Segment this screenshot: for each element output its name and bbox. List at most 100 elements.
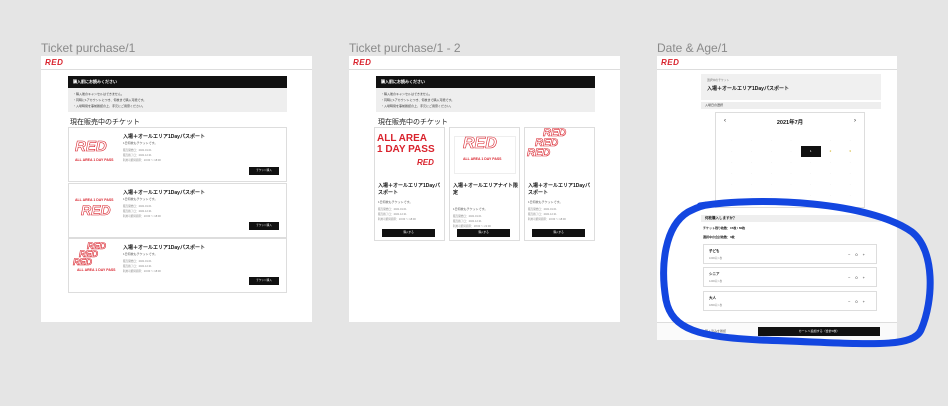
frame-label-date-age-1[interactable]: Date & Age/1: [657, 41, 728, 55]
ticket-title: 入場＋オールエリア1Dayパスポート: [123, 190, 205, 196]
ticket-info: 入場＋オールエリア1Dayパスポート 1日何枚もチケットです。 販売開始日：20…: [123, 134, 273, 163]
ticket-card[interactable]: RED RED RED 入場＋オールエリア1Dayパスポート 1日何枚もチケット…: [524, 127, 595, 241]
calendar-day[interactable]: ·: [821, 179, 841, 190]
ticket-info: 入場＋オールエリア1Dayパスポート 1日何枚もチケットです。 販売開始日：20…: [123, 245, 273, 274]
calendar-day[interactable]: ·: [801, 168, 821, 179]
calendar-day[interactable]: ·: [761, 190, 781, 201]
add-to-cart-button[interactable]: カートへ追加する（合計0枚）: [758, 327, 880, 336]
quantity-stepper[interactable]: −0+: [848, 252, 870, 257]
selected-ticket-name: 入場＋オールエリア1Dayパスポート: [707, 86, 789, 92]
calendar-day[interactable]: ·: [801, 157, 821, 168]
ticket-info: 入場＋オールエリア1Dayパスポート 1日何枚もチケットです。 販売開始日：20…: [528, 183, 594, 222]
calendar-day[interactable]: ·: [761, 179, 781, 190]
calendar-day[interactable]: ·: [722, 146, 742, 157]
next-month-button[interactable]: ›: [854, 118, 856, 124]
frame-ticket-purchase-1-2: RED 購入前にお読みください ・購入後のキャンセルはできません。 ・同時に1ア…: [349, 56, 620, 322]
calendar-day[interactable]: ·: [781, 190, 801, 201]
buy-ticket-button[interactable]: チケット購入: [249, 222, 279, 230]
calendar-day[interactable]: ·: [761, 146, 781, 157]
calendar-day[interactable]: ·: [821, 190, 841, 201]
calendar-day[interactable]: ·: [742, 168, 762, 179]
ticket-remaining: チケット残り枚数：15枚 / 60枚: [703, 226, 746, 230]
frame-label-ticket-purchase-1[interactable]: Ticket purchase/1: [41, 41, 135, 55]
ticket-meta: 利用可能時間帯：10:00 〜 18:00: [123, 270, 161, 273]
plus-button[interactable]: +: [863, 299, 870, 304]
calendar-day[interactable]: ·: [840, 190, 860, 201]
notice-body: ・購入後のキャンセルはできません。 ・同時に1アカウントにつき、何枚まで購入可能…: [376, 88, 595, 112]
calendar-day[interactable]: ·: [781, 168, 801, 179]
calendar-day[interactable]: ·: [722, 135, 742, 146]
ticket-art: ALL AREA 1 DAY PASS RED: [75, 198, 125, 234]
calendar-day[interactable]: ·: [742, 135, 762, 146]
calendar-day[interactable]: ·: [722, 190, 742, 201]
buy-ticket-button[interactable]: 購入する: [532, 229, 585, 237]
calendar-day[interactable]: ·: [840, 135, 860, 146]
calendar-day-selected[interactable]: 1: [800, 146, 821, 157]
calendar-day[interactable]: 3: [840, 146, 860, 157]
calendar-day[interactable]: ·: [801, 190, 821, 201]
brand-logo[interactable]: RED: [661, 58, 679, 67]
calendar-day[interactable]: ·: [722, 168, 742, 179]
notice-title: 購入前にお読みください: [376, 76, 595, 88]
age-category-price: 1000円 / 枚: [709, 257, 723, 260]
age-category-label: 子ども: [709, 249, 720, 253]
top-bar: RED: [657, 56, 897, 70]
calendar-day[interactable]: ·: [742, 157, 762, 168]
calendar-day[interactable]: ·: [781, 146, 801, 157]
calendar-day[interactable]: ·: [821, 157, 841, 168]
age-category-label: 大人: [709, 296, 716, 300]
brand-logo[interactable]: RED: [45, 58, 63, 67]
ticket-meta: 利用可能時間帯：10:00 〜 18:00: [528, 218, 566, 221]
ticket-title: 入場＋オールエリアナイト限定: [453, 183, 518, 196]
quantity-value: 0: [855, 252, 863, 257]
ticket-card[interactable]: RED RED RED ALL AREA 1 DAY PASS 入場＋オールエリ…: [68, 238, 287, 293]
red-logo-art: RED: [75, 138, 107, 155]
calendar-day[interactable]: 2: [821, 146, 841, 157]
selected-ticket-label: 選択中のチケット: [707, 78, 730, 82]
ticket-meta: 利用可能時間帯：10:00 〜 18:00: [123, 159, 161, 162]
red-logo-art: RED: [527, 146, 551, 159]
calendar-day[interactable]: ·: [840, 179, 860, 190]
buy-ticket-button[interactable]: チケット購入: [249, 167, 279, 175]
plus-button[interactable]: +: [863, 275, 870, 280]
calendar-day[interactable]: ·: [801, 135, 821, 146]
notice-body: ・購入後のキャンセルはできません。 ・同時に1アカウントにつき、何枚まで購入可能…: [68, 88, 287, 112]
calendar-day[interactable]: ·: [821, 168, 841, 179]
ticket-card[interactable]: ALL AREA 1 DAY PASS RED 入場＋オールエリア1Dayパスポ…: [68, 183, 287, 238]
calendar-day[interactable]: ·: [742, 179, 762, 190]
calendar-day[interactable]: ·: [742, 146, 762, 157]
calendar-day[interactable]: ·: [781, 135, 801, 146]
red-logo-art: RED: [73, 257, 93, 268]
brand-logo[interactable]: RED: [353, 58, 371, 67]
calendar-day[interactable]: ·: [781, 179, 801, 190]
ticket-card[interactable]: ALL AREA 1 DAY PASS RED 入場＋オールエリア1Dayパスポ…: [374, 127, 445, 241]
notice-box: 購入前にお読みください ・購入後のキャンセルはできません。 ・同時に1アカウント…: [376, 76, 595, 112]
plus-button[interactable]: +: [863, 252, 870, 257]
calendar-day[interactable]: ·: [722, 179, 742, 190]
calendar-day[interactable]: ·: [722, 157, 742, 168]
calendar-day[interactable]: ·: [761, 168, 781, 179]
calendar-day[interactable]: ·: [801, 179, 821, 190]
ticket-card[interactable]: RED ALL AREA 1 DAY PASS 入場＋オールエリアナイト限定 1…: [449, 127, 520, 241]
ticket-art: ALL AREA 1 DAY PASS RED: [377, 133, 435, 167]
buy-ticket-button[interactable]: 購入する: [457, 229, 510, 237]
calendar-day[interactable]: ·: [761, 135, 781, 146]
calendar-day[interactable]: ·: [840, 168, 860, 179]
calendar-day[interactable]: ·: [781, 157, 801, 168]
buy-ticket-button[interactable]: チケット購入: [249, 277, 279, 285]
ticket-info: 入場＋オールエリア1Dayパスポート 1日何枚もチケットです。 販売開始日：20…: [378, 183, 444, 222]
check-purchased-button[interactable]: 購入済みを確認: [705, 329, 726, 333]
ticket-card[interactable]: RED ALL AREA 1 DAY PASS 入場＋オールエリア1Dayパスポ…: [68, 127, 287, 182]
buy-ticket-button[interactable]: 購入する: [382, 229, 435, 237]
calendar-day[interactable]: ·: [742, 190, 762, 201]
calendar-day[interactable]: ·: [840, 157, 860, 168]
frame-label-ticket-purchase-1-2[interactable]: Ticket purchase/1 - 2: [349, 41, 461, 55]
quantity-stepper[interactable]: −0+: [848, 275, 870, 280]
calendar-day[interactable]: ·: [761, 157, 781, 168]
quantity-value: 0: [855, 299, 863, 304]
calendar: ‹ 2021年7月 › · · · · · · · · · · · 1 2 3 · · · · · · · · · · ·…: [715, 112, 865, 208]
quantity-stepper[interactable]: −0+: [848, 299, 870, 304]
calendar-grid: · · · · · · · · · · · 1 2 3 · · · · · · · · · · · · · · · · · · · · · …: [722, 135, 860, 201]
calendar-day[interactable]: ·: [821, 135, 841, 146]
ticket-subtitle: 1日何枚もチケットです。: [123, 252, 158, 256]
